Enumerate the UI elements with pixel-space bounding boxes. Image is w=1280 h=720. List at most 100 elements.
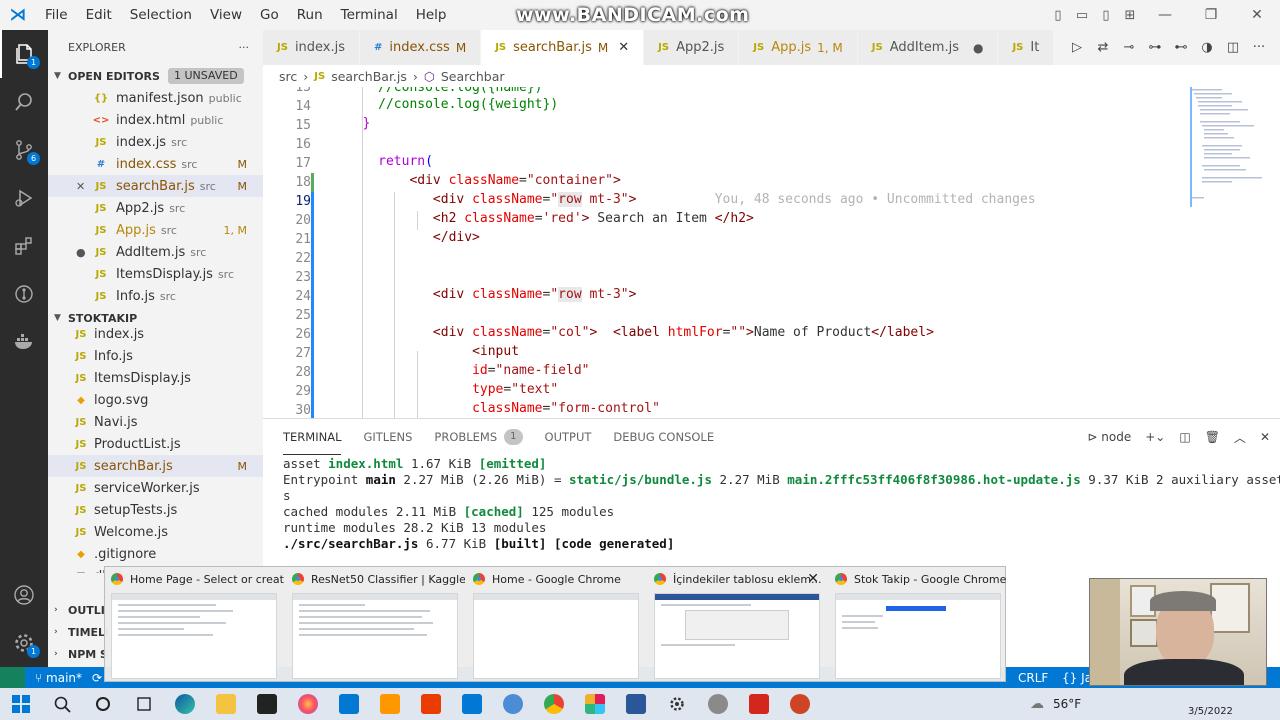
- editor-tab[interactable]: JS index.js: [263, 30, 361, 65]
- restore-icon[interactable]: ❐: [1188, 7, 1234, 23]
- close-tab-icon[interactable]: ✕: [618, 40, 629, 55]
- sourcetree-icon[interactable]: [492, 688, 533, 720]
- preview-home-page[interactable]: Home Page - Select or create a ...: [105, 567, 284, 683]
- acrobat-icon[interactable]: [738, 688, 779, 720]
- app-icon-gray[interactable]: [697, 688, 738, 720]
- split-terminal-icon[interactable]: ◫: [1179, 430, 1190, 444]
- mail-icon[interactable]: [328, 688, 369, 720]
- sublime-icon[interactable]: [369, 688, 410, 720]
- open-editor-item[interactable]: # index.css src M: [48, 153, 263, 175]
- word-icon[interactable]: [615, 688, 656, 720]
- open-editor-item[interactable]: ✕ JS searchBar.js src M: [48, 175, 263, 197]
- minimap[interactable]: [1190, 87, 1270, 207]
- settings-gear-icon[interactable]: 1: [0, 619, 48, 667]
- panel-tab-output[interactable]: OUTPUT: [545, 419, 592, 455]
- panel-tab-debug-console[interactable]: DEBUG CONSOLE: [613, 419, 714, 455]
- explorer-more-icon[interactable]: ···: [239, 41, 250, 54]
- preview-kaggle[interactable]: ResNet50 Classifier | Kaggle - G...: [286, 567, 465, 683]
- chrome-taskbar-icon[interactable]: [533, 688, 574, 720]
- open-editor-item[interactable]: ● JS AddItem.js src: [48, 241, 263, 263]
- open-editor-item[interactable]: JS Info.js src: [48, 285, 263, 307]
- project-file-item[interactable]: JS Info.js: [48, 345, 263, 367]
- open-editor-item[interactable]: {} manifest.json public: [48, 87, 263, 109]
- terminal-output[interactable]: asset index.html 1.67 KiB [emitted] Entr…: [283, 456, 1280, 552]
- project-file-item[interactable]: JS Welcome.js: [48, 521, 263, 543]
- terminal-shell-selector[interactable]: ⊳ node: [1087, 430, 1131, 444]
- menu-selection[interactable]: Selection: [121, 0, 201, 30]
- source-control-icon[interactable]: 6: [0, 126, 48, 174]
- slack-icon[interactable]: [574, 688, 615, 720]
- timeline-icon[interactable]: ◑: [1194, 40, 1220, 55]
- cortana-icon[interactable]: [82, 688, 123, 720]
- search-icon[interactable]: [0, 78, 48, 126]
- run-icon[interactable]: ▷: [1064, 40, 1090, 55]
- next-change-icon[interactable]: ⊷: [1168, 40, 1194, 55]
- menu-help[interactable]: Help: [407, 0, 456, 30]
- menu-edit[interactable]: Edit: [77, 0, 121, 30]
- new-terminal-icon[interactable]: +⌄: [1145, 430, 1165, 444]
- file-explorer-icon[interactable]: [205, 688, 246, 720]
- edge-icon[interactable]: [164, 688, 205, 720]
- git-commit-icon[interactable]: ⊸: [1116, 40, 1142, 55]
- project-file-item[interactable]: JS serviceWorker.js: [48, 477, 263, 499]
- firefox-icon[interactable]: [287, 688, 328, 720]
- panel-tab-terminal[interactable]: TERMINAL: [283, 419, 342, 455]
- docker-icon[interactable]: [0, 318, 48, 366]
- eol-indicator[interactable]: CRLF: [1018, 671, 1048, 685]
- editor-tab[interactable]: JS AddItem.js ●: [857, 30, 999, 65]
- sync-icon[interactable]: ⟳: [92, 671, 102, 685]
- preview-icindekiler[interactable]: İçindekiler tablosu eklem... ✕: [648, 567, 827, 683]
- task-view-icon[interactable]: [123, 688, 164, 720]
- panel-tab-gitlens[interactable]: GITLENS: [363, 419, 412, 455]
- open-editor-item[interactable]: JS App.js src 1, M: [48, 219, 263, 241]
- project-file-item[interactable]: JS ProductList.js: [48, 433, 263, 455]
- editor-tab[interactable]: JS App.js 1, M: [739, 30, 858, 65]
- editor-tab[interactable]: JS App2.js: [644, 30, 740, 65]
- editor-tab[interactable]: # index.css M: [360, 30, 482, 65]
- open-editor-item[interactable]: JS ItemsDisplay.js src: [48, 263, 263, 285]
- compare-icon[interactable]: ⇄: [1090, 40, 1116, 55]
- open-editor-item[interactable]: JS App2.js src: [48, 197, 263, 219]
- breadcrumb-symbol[interactable]: Searchbar: [441, 69, 505, 84]
- explorer-icon[interactable]: 1: [0, 30, 48, 78]
- toggle-panel-icon[interactable]: ▭: [1070, 8, 1094, 23]
- preview-home-chrome[interactable]: Home - Google Chrome: [467, 567, 646, 683]
- app-icon-dark[interactable]: [246, 688, 287, 720]
- vscode-taskbar-icon[interactable]: [451, 688, 492, 720]
- project-file-item[interactable]: JS ItemsDisplay.js: [48, 367, 263, 389]
- language-indicator[interactable]: {} Ja: [1062, 671, 1092, 685]
- open-editor-item[interactable]: <> index.html public: [48, 109, 263, 131]
- project-file-item[interactable]: JS index.js: [48, 323, 263, 345]
- panel-tab-problems[interactable]: PROBLEMS 1: [434, 419, 523, 455]
- close-panel-icon[interactable]: ✕: [1260, 430, 1270, 444]
- run-debug-icon[interactable]: [0, 174, 48, 222]
- extensions-icon[interactable]: [0, 222, 48, 270]
- project-file-item[interactable]: JS searchBar.js M: [48, 455, 263, 477]
- minimize-icon[interactable]: —: [1142, 7, 1188, 23]
- menu-file[interactable]: File: [36, 0, 77, 30]
- toggle-sidebar-icon[interactable]: ▯: [1046, 8, 1070, 23]
- taskbar-date[interactable]: 3/5/2022: [1188, 706, 1233, 717]
- settings-taskbar-icon[interactable]: [656, 688, 697, 720]
- menu-terminal[interactable]: Terminal: [332, 0, 407, 30]
- collapsed-section[interactable]: › NPM S: [48, 643, 109, 665]
- maximize-panel-icon[interactable]: ︿: [1234, 429, 1246, 446]
- close-window-icon[interactable]: ✕: [1234, 7, 1280, 23]
- close-preview-icon[interactable]: ✕: [807, 571, 819, 587]
- collapsed-section[interactable]: › OUTLI: [48, 599, 109, 621]
- account-icon[interactable]: [0, 571, 48, 619]
- split-editor-icon[interactable]: ◫: [1220, 40, 1246, 55]
- open-editors-header[interactable]: ▼ OPEN EDITORS 1 UNSAVED: [48, 65, 263, 87]
- project-file-item[interactable]: JS setupTests.js: [48, 499, 263, 521]
- taskbar-search-icon[interactable]: [41, 688, 82, 720]
- remote-icon[interactable]: [0, 667, 25, 689]
- previous-change-icon[interactable]: ⊶: [1142, 40, 1168, 55]
- close-editor-icon[interactable]: ✕: [76, 180, 85, 193]
- breadcrumb-file[interactable]: searchBar.js: [331, 69, 407, 84]
- kill-terminal-icon[interactable]: 🗑: [1205, 430, 1220, 444]
- collapsed-section[interactable]: › TIMELI: [48, 621, 109, 643]
- menu-go[interactable]: Go: [251, 0, 288, 30]
- breadcrumb-folder[interactable]: src: [279, 69, 297, 84]
- project-file-item[interactable]: JS Navi.js: [48, 411, 263, 433]
- preview-stok-takip[interactable]: Stok Takip - Google Chrome: [829, 567, 1008, 683]
